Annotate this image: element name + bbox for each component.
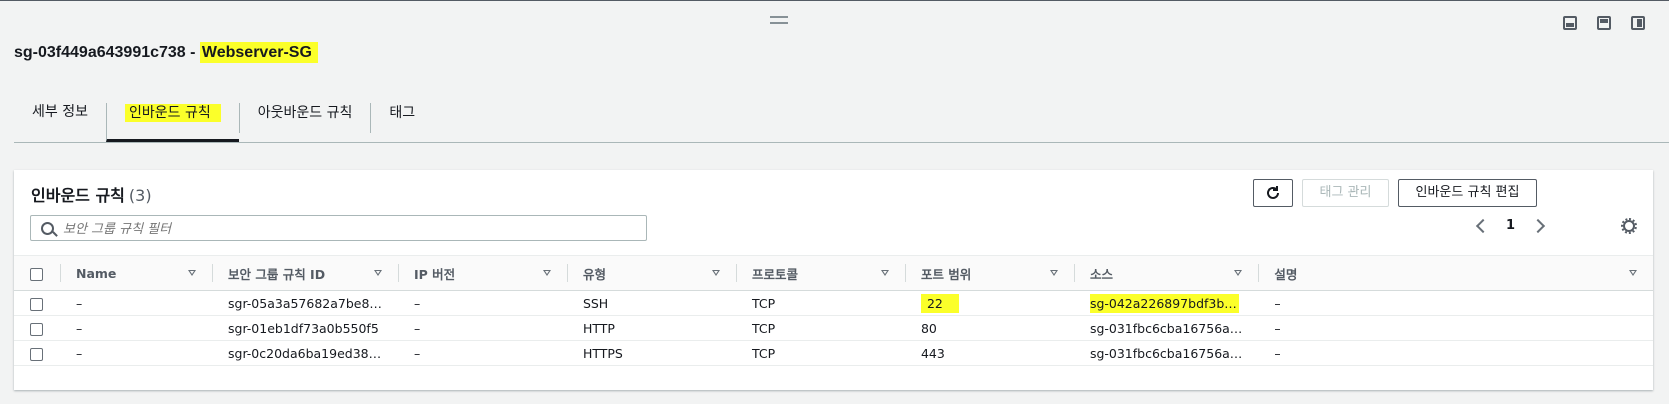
cell-description: – — [1274, 320, 1281, 336]
pagination: 1 — [1475, 218, 1546, 233]
cell-rule-id: sgr-01eb1df73a0b550f5 — [228, 320, 379, 336]
panel-title: 인바운드 규칙 (3) — [31, 186, 152, 205]
split-panel-border — [0, 0, 1669, 7]
cell-description: – — [1274, 295, 1281, 311]
row-select — [14, 291, 60, 316]
cell-source[interactable]: sg-031fbc6cba16756a… — [1074, 341, 1258, 366]
column-type[interactable]: 유형 — [566, 256, 736, 291]
tab-details[interactable]: 세부 정보 — [14, 95, 106, 141]
cell-ip-version: – — [413, 320, 421, 336]
cell-port-range: 22 — [905, 291, 1074, 316]
dock-right-icon[interactable] — [1631, 16, 1645, 30]
sort-icon[interactable] — [542, 270, 551, 276]
column-source[interactable]: 소스 — [1073, 256, 1258, 291]
security-group-name: Webserver-SG — [199, 42, 318, 63]
cell-type: SSH — [582, 295, 609, 311]
chevron-right-icon[interactable] — [1530, 218, 1546, 233]
rule-filter-search[interactable] — [30, 215, 647, 241]
page-number[interactable]: 1 — [1506, 218, 1515, 233]
cell-name: – — [76, 295, 83, 311]
row-checkbox[interactable] — [30, 347, 43, 361]
tab-outbound-rules[interactable]: 아웃바운드 규칙 — [238, 103, 371, 133]
page-title: sg-03f449a643991c738 - Webserver-SG — [14, 42, 318, 63]
search-input[interactable] — [61, 218, 635, 240]
sort-icon[interactable] — [1049, 270, 1058, 276]
cell-ip-version: – — [413, 295, 421, 311]
manage-tags-button[interactable]: 태그 관리 — [1302, 179, 1389, 207]
row-checkbox[interactable] — [30, 297, 43, 311]
column-rule-id[interactable]: 보안 그룹 규칙 ID — [212, 256, 398, 291]
cell-protocol: TCP — [751, 295, 776, 311]
cell-type: HTTPS — [582, 345, 623, 361]
tab-bar: 세부 정보 인바운드 규칙 아웃바운드 규칙 태그 — [14, 95, 1669, 143]
cell-type: HTTP — [582, 320, 615, 336]
dock-bottom-icon[interactable] — [1563, 16, 1577, 30]
cell-rule-id: sgr-05a3a57682a7be8… — [228, 295, 382, 311]
inbound-rules-table: Name 보안 그룹 규칙 ID IP 버전 유형 프로토콜 포트 범위 소스 … — [14, 255, 1653, 366]
sort-icon[interactable] — [711, 270, 720, 276]
cell-protocol: TCP — [751, 320, 776, 336]
cell-description: – — [1274, 345, 1281, 361]
row-checkbox[interactable] — [30, 322, 43, 336]
rule-count: (3) — [128, 186, 152, 205]
search-icon — [41, 222, 54, 235]
panel-position-controls — [1563, 16, 1645, 30]
table-header-row: Name 보안 그룹 규칙 ID IP 버전 유형 프로토콜 포트 범위 소스 … — [14, 255, 1653, 291]
cell-name: – — [76, 345, 83, 361]
sort-icon[interactable] — [1234, 270, 1243, 276]
edit-inbound-rules-button[interactable]: 인바운드 규칙 편집 — [1398, 179, 1537, 207]
refresh-button[interactable] — [1253, 179, 1293, 207]
select-all-column — [14, 256, 60, 291]
drag-handle-icon[interactable] — [770, 16, 788, 24]
cell-rule-id: sgr-0c20da6ba19ed38… — [228, 345, 382, 361]
cell-ip-version: – — [413, 345, 421, 361]
cell-port-range: 443 — [920, 345, 945, 361]
table-row[interactable]: – sgr-05a3a57682a7be8… – SSH TCP 22 sg-0… — [14, 291, 1653, 316]
table-row[interactable]: – sgr-0c20da6ba19ed38… – HTTPS TCP 443 s… — [14, 341, 1653, 366]
cell-source[interactable]: sg-031fbc6cba16756a… — [1074, 316, 1258, 341]
tab-inbound-rules[interactable]: 인바운드 규칙 — [105, 103, 239, 142]
refresh-icon — [1267, 186, 1279, 199]
sort-icon[interactable] — [880, 270, 889, 276]
sort-icon[interactable] — [373, 270, 382, 276]
column-ip-version[interactable]: IP 버전 — [397, 256, 567, 291]
table-row[interactable]: – sgr-01eb1df73a0b550f5 – HTTP TCP 80 sg… — [14, 316, 1653, 341]
cell-protocol: TCP — [751, 345, 776, 361]
inbound-rules-panel: 인바운드 규칙(3) 태그 관리 인바운드 규칙 편집 1 Name 보안 그룹… — [14, 170, 1653, 390]
column-name[interactable]: Name — [60, 256, 212, 291]
dock-side-icon[interactable] — [1597, 16, 1611, 30]
select-all-checkbox[interactable] — [30, 267, 43, 281]
cell-port-range: 80 — [920, 320, 937, 336]
tab-tags[interactable]: 태그 — [370, 103, 433, 133]
sort-icon[interactable] — [188, 270, 196, 276]
column-port-range[interactable]: 포트 범위 — [904, 256, 1074, 291]
chevron-left-icon[interactable] — [1475, 218, 1491, 233]
column-protocol[interactable]: 프로토콜 — [735, 256, 905, 291]
sort-icon[interactable] — [1629, 270, 1637, 276]
column-description[interactable]: 설명 — [1258, 256, 1653, 291]
row-select — [14, 316, 60, 341]
cell-source[interactable]: sg-042a226897bdf3b… — [1074, 291, 1258, 316]
cell-name: – — [76, 320, 83, 336]
security-group-id: sg-03f449a643991c738 - — [14, 44, 200, 61]
gear-icon[interactable] — [1621, 218, 1637, 234]
row-select — [14, 341, 60, 366]
